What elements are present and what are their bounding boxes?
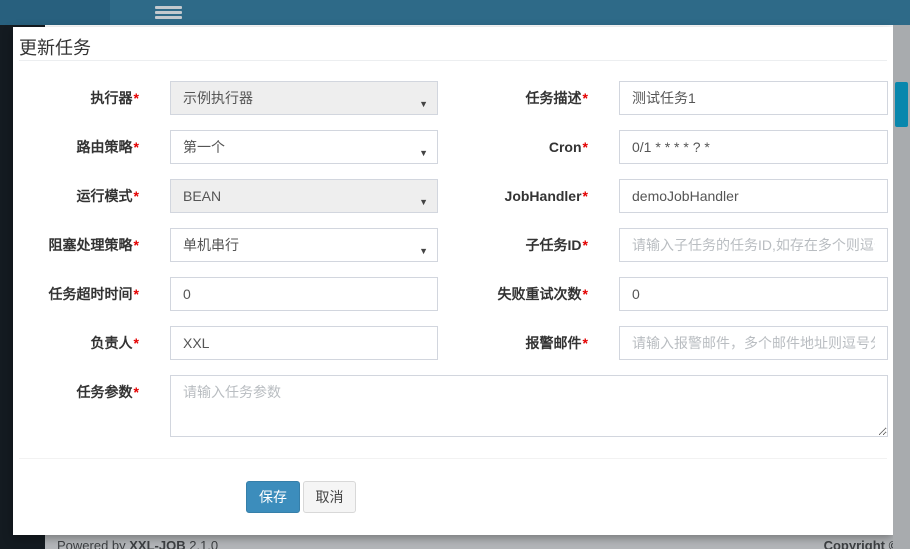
required-mark: * xyxy=(134,335,139,351)
required-mark: * xyxy=(134,286,139,302)
child-jobid-input[interactable] xyxy=(619,228,888,262)
block-strategy-label: 阻塞处理策略* xyxy=(19,228,139,262)
required-mark: * xyxy=(583,286,588,302)
caret-down-icon: ▼ xyxy=(419,143,428,163)
powered-by-text: Powered by XXL-JOB 2.1.0 xyxy=(57,538,218,549)
cancel-button[interactable]: 取消 xyxy=(303,481,356,513)
required-mark: * xyxy=(134,90,139,106)
job-param-label: 任务参数* xyxy=(19,375,139,409)
alarm-email-label: 报警邮件* xyxy=(433,326,588,360)
cron-label: Cron* xyxy=(433,130,588,164)
timeout-label: 任务超时时间* xyxy=(19,277,139,311)
required-mark: * xyxy=(134,237,139,253)
top-navbar xyxy=(0,0,910,25)
required-mark: * xyxy=(583,90,588,106)
caret-down-icon: ▼ xyxy=(419,192,428,212)
author-input[interactable] xyxy=(170,326,438,360)
job-desc-input[interactable] xyxy=(619,81,888,115)
required-mark: * xyxy=(583,237,588,253)
scrollbar-track[interactable] xyxy=(893,25,910,549)
save-button[interactable]: 保存 xyxy=(246,481,300,513)
author-label: 负责人* xyxy=(19,326,139,360)
timeout-input[interactable] xyxy=(170,277,438,311)
caret-down-icon: ▼ xyxy=(419,94,428,114)
route-strategy-label: 路由策略* xyxy=(19,130,139,164)
required-mark: * xyxy=(583,335,588,351)
caret-down-icon: ▼ xyxy=(419,241,428,261)
update-job-modal: 更新任务 执行器* 示例执行器 ▼ 任务描述* 路由策略* 第一个 ▼ Cron… xyxy=(13,27,893,535)
fail-retry-label: 失败重试次数* xyxy=(433,277,588,311)
child-jobid-label: 子任务ID* xyxy=(433,228,588,262)
jobhandler-input[interactable] xyxy=(619,179,888,213)
cron-input[interactable] xyxy=(619,130,888,164)
page-footer: Powered by XXL-JOB 2.1.0 Copyright © 2 xyxy=(45,533,910,549)
brand-name: XXL-JOB xyxy=(129,538,185,549)
required-mark: * xyxy=(583,139,588,155)
scrollbar-thumb[interactable] xyxy=(895,82,908,127)
jobhandler-label: JobHandler* xyxy=(433,179,588,213)
required-mark: * xyxy=(583,188,588,204)
block-strategy-select[interactable]: 单机串行 ▼ xyxy=(170,228,438,262)
fail-retry-input[interactable] xyxy=(619,277,888,311)
route-strategy-select[interactable]: 第一个 ▼ xyxy=(170,130,438,164)
logo-area[interactable] xyxy=(0,0,110,25)
hamburger-menu-icon[interactable] xyxy=(155,4,182,21)
executor-select: 示例执行器 ▼ xyxy=(170,81,438,115)
glue-type-label: 运行模式* xyxy=(19,179,139,213)
job-param-textarea[interactable] xyxy=(170,375,888,437)
glue-type-select: BEAN ▼ xyxy=(170,179,438,213)
executor-label: 执行器* xyxy=(19,81,139,115)
required-mark: * xyxy=(134,188,139,204)
alarm-email-input[interactable] xyxy=(619,326,888,360)
required-mark: * xyxy=(134,139,139,155)
footer-divider xyxy=(19,458,887,459)
required-mark: * xyxy=(134,384,139,400)
job-desc-label: 任务描述* xyxy=(433,81,588,115)
title-divider xyxy=(19,60,887,61)
modal-title: 更新任务 xyxy=(19,34,91,60)
